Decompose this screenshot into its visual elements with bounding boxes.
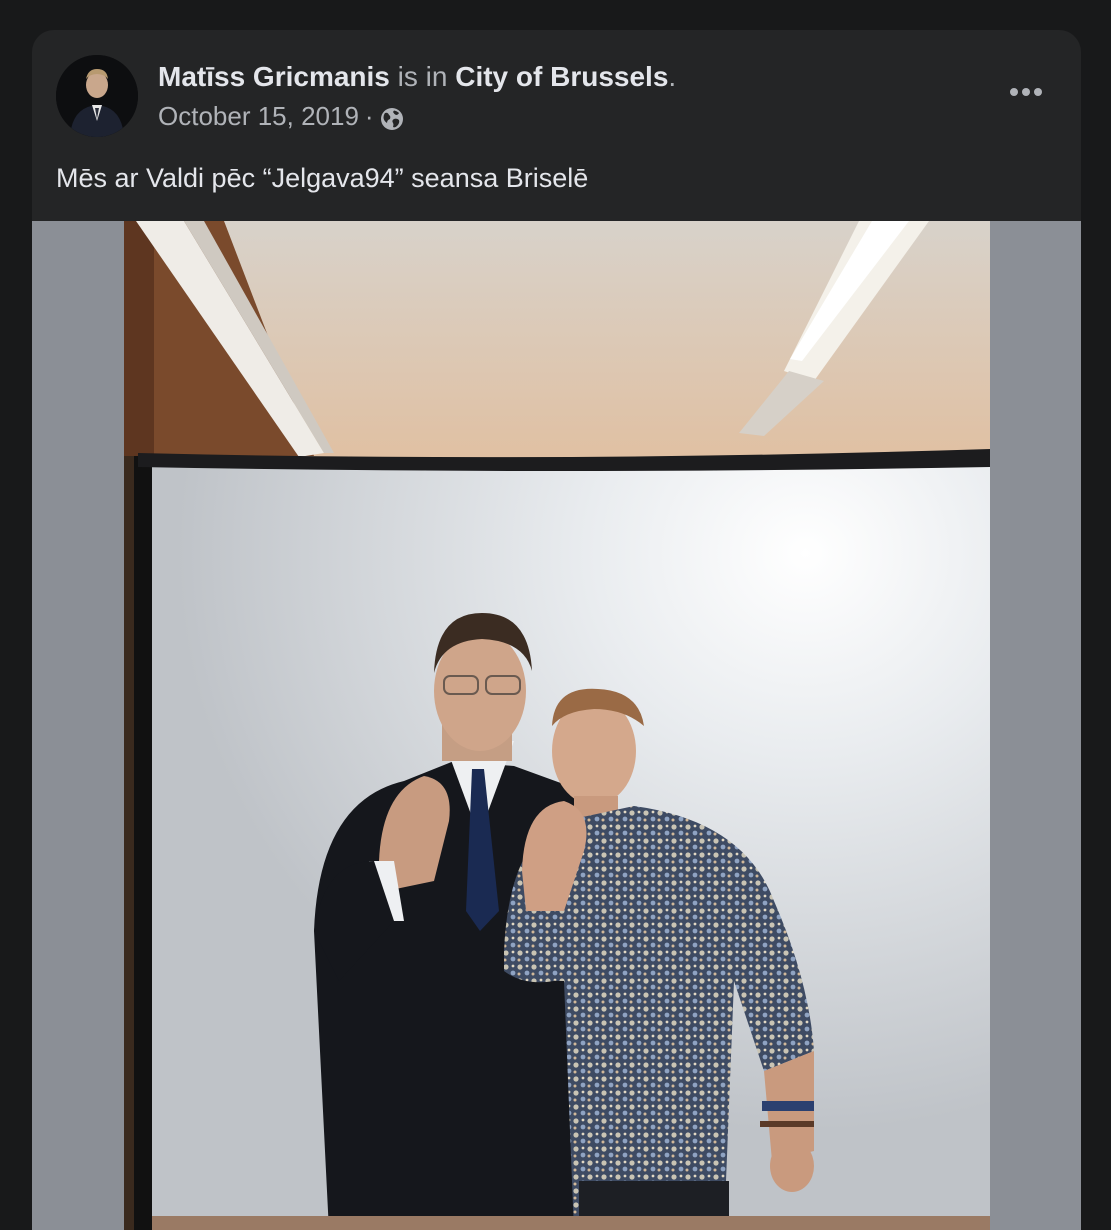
location-suffix: . [668, 61, 677, 92]
more-options-button[interactable] [1001, 74, 1051, 110]
globe-icon[interactable] [380, 106, 404, 130]
post-header: Matīss Gricmanis is in City of Brussels.… [32, 30, 1081, 220]
author-avatar[interactable] [56, 55, 138, 137]
post-photo[interactable] [124, 221, 990, 1230]
meta-separator: · [364, 101, 374, 131]
post-card: Matīss Gricmanis is in City of Brussels.… [32, 30, 1081, 1230]
location-link[interactable]: City of Brussels [455, 61, 668, 92]
post-date-link[interactable]: October 15, 2019 [158, 100, 359, 132]
location-connector: is in [397, 61, 448, 92]
more-horizontal-icon [1010, 88, 1042, 96]
author-name-link[interactable]: Matīss Gricmanis [158, 61, 390, 92]
post-meta: October 15, 2019 · [158, 100, 404, 132]
author-line: Matīss Gricmanis is in City of Brussels. [158, 60, 676, 94]
post-caption: Mēs ar Valdi pēc “Jelgava94” seansa Bris… [56, 163, 589, 193]
post-media [32, 221, 1081, 1230]
